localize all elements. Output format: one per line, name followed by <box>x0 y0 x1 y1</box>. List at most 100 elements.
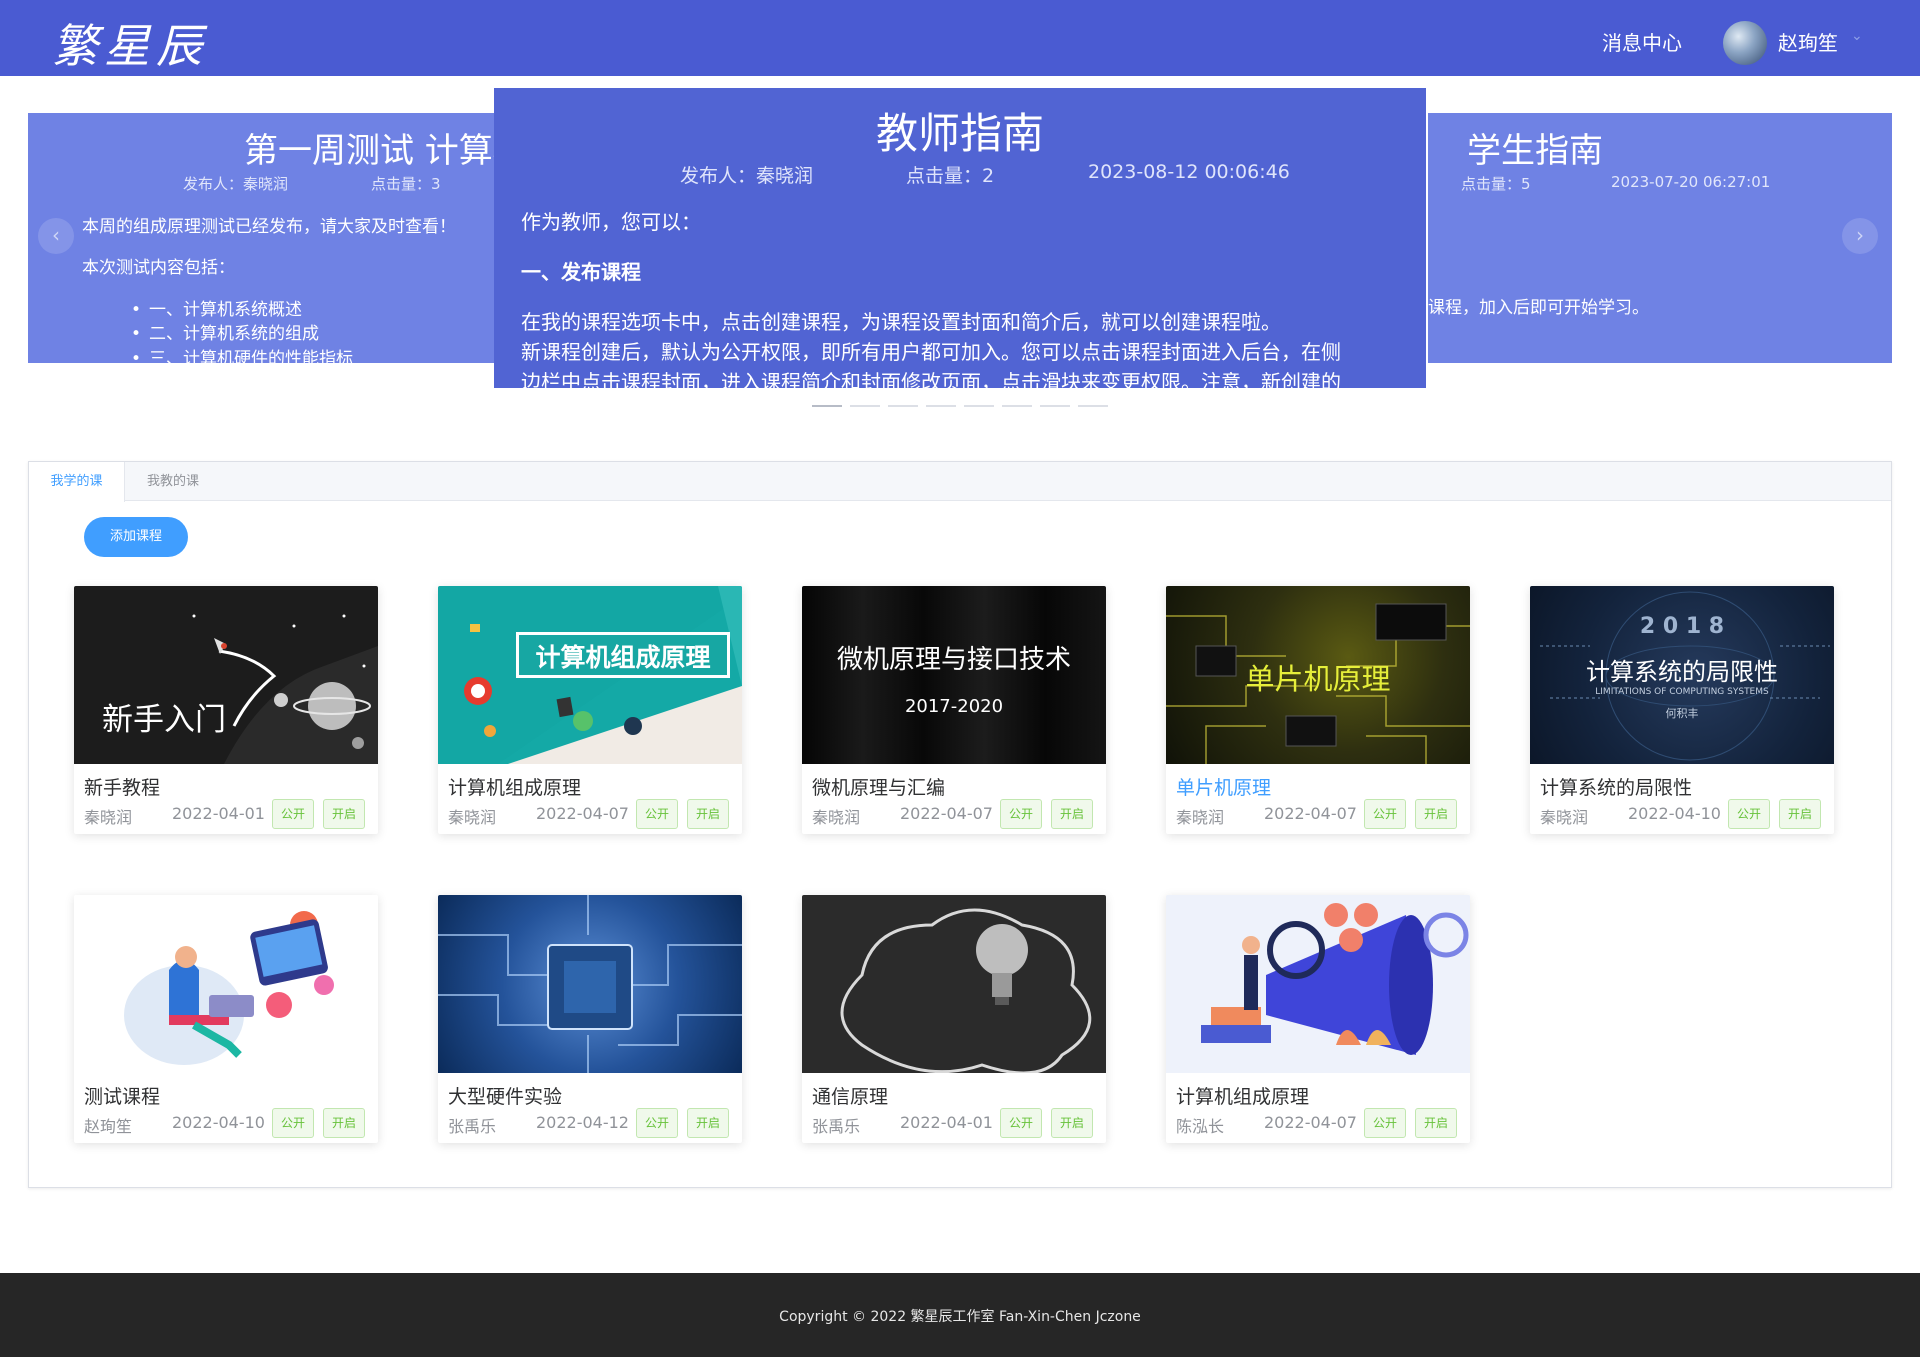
message-center-link[interactable]: 消息中心 <box>1602 27 1682 56</box>
status-tag: 开启 <box>1415 1108 1457 1138</box>
status-tag: 开启 <box>687 799 729 829</box>
course-card[interactable]: 单片机原理 单片机原理 秦晓润 2022-04-07 公开 开启 <box>1166 586 1470 834</box>
public-tag: 公开 <box>1000 1108 1042 1138</box>
course-date: 2022-04-07 <box>536 804 629 823</box>
course-title[interactable]: 计算机组成原理 <box>448 773 581 800</box>
top-navbar: 繁星辰 消息中心 赵珣笙 ⌄ <box>0 0 1920 76</box>
course-card[interactable]: 大型硬件实验 张禹乐 2022-04-12 公开 开启 <box>438 895 742 1143</box>
carousel-indicator[interactable] <box>850 405 880 407</box>
course-tabs: 我学的课 我教的课 <box>29 462 1891 502</box>
status-tag: 开启 <box>1051 799 1093 829</box>
slide-date: 2023-08-12 00:06:46 <box>1088 161 1290 183</box>
public-tag: 公开 <box>272 1108 314 1138</box>
footer: Copyright © 2022 繁星辰工作室 Fan-Xin-Chen Jcz… <box>0 1273 1920 1357</box>
course-title[interactable]: 微机原理与汇编 <box>812 773 945 800</box>
slide-date: 2023-07-20 06:27:01 <box>1611 173 1771 191</box>
cover-title: 计算机组成原理 <box>535 643 711 672</box>
user-avatar[interactable] <box>1723 21 1767 65</box>
chevron-down-icon[interactable]: ⌄ <box>1851 28 1863 44</box>
cover-title: 微机原理与接口技术 <box>836 645 1071 675</box>
username[interactable]: 赵珣笙 <box>1778 27 1838 56</box>
course-cover[interactable] <box>438 895 742 1073</box>
course-panel: 我学的课 我教的课 添加课程 新手入门 新手教程 秦晓润 2022-04-01 … <box>28 461 1892 1188</box>
status-tag: 开启 <box>1051 1108 1093 1138</box>
course-date: 2022-04-10 <box>172 1113 265 1132</box>
course-title[interactable]: 大型硬件实验 <box>448 1082 562 1109</box>
slide-list-item: 三、计算机硬件的性能指标 <box>131 344 353 363</box>
tab-my-teaching[interactable]: 我教的课 <box>125 462 221 501</box>
course-card[interactable]: 测试课程 赵珣笙 2022-04-10 公开 开启 <box>74 895 378 1143</box>
megaphone-illustration <box>1166 895 1470 1073</box>
course-card[interactable]: 计算机组成原理 陈泓长 2022-04-07 公开 开启 <box>1166 895 1470 1143</box>
course-card[interactable]: 新手入门 新手教程 秦晓润 2022-04-01 公开 开启 <box>74 586 378 834</box>
cover-subtitle: LIMITATIONS OF COMPUTING SYSTEMS <box>1595 687 1769 697</box>
slide-list-item: 一、计算机系统概述 <box>131 295 302 320</box>
blue-circuit-image <box>438 895 742 1073</box>
tab-my-learning[interactable]: 我学的课 <box>29 462 125 502</box>
course-title[interactable]: 计算机组成原理 <box>1176 1082 1309 1109</box>
course-cover[interactable] <box>802 895 1106 1073</box>
course-date: 2022-04-01 <box>900 1113 993 1132</box>
carousel-indicator[interactable] <box>888 405 918 407</box>
carousel-indicator[interactable] <box>812 405 842 407</box>
slide-text: 边栏中点击课程封面，进入课程简介和封面修改页面，点击滑块来变更权限。注意，新创建… <box>521 370 1341 388</box>
cover-author: 何积丰 <box>1665 707 1699 720</box>
course-card[interactable]: 通信原理 张禹乐 2022-04-01 公开 开启 <box>802 895 1106 1143</box>
course-cover[interactable]: 微机原理与接口技术 2017-2020 <box>802 586 1106 764</box>
carousel-indicator[interactable] <box>1002 405 1032 407</box>
course-title[interactable]: 计算系统的局限性 <box>1540 773 1692 800</box>
public-tag: 公开 <box>636 799 678 829</box>
carousel-slide-active[interactable]: 教师指南 发布人：秦晓润 点击量：2 2023-08-12 00:06:46 作… <box>494 88 1426 388</box>
carousel-indicator[interactable] <box>926 405 956 407</box>
carousel-slide-next[interactable]: 学生指南 点击量：5 2023-07-20 06:27:01 课程，加入后即可开… <box>1428 113 1892 363</box>
cover-title: 计算系统的局限性 <box>1586 658 1778 686</box>
course-title[interactable]: 新手教程 <box>84 773 160 800</box>
site-logo[interactable]: 繁星辰 <box>52 10 208 76</box>
slide-text: 本次测试内容包括： <box>82 258 235 278</box>
carousel-slide-prev[interactable]: 第一周测试 计算机 发布人：秦晓润 点击量：3 本周的组成原理测试已经发布，请大… <box>28 113 500 363</box>
lightbulb-chalkboard-image <box>840 908 1092 1073</box>
carousel-next-button[interactable]: › <box>1842 218 1878 254</box>
course-title[interactable]: 测试课程 <box>84 1082 160 1109</box>
carousel-prev-button[interactable]: ‹ <box>38 218 74 254</box>
course-date: 2022-04-07 <box>1264 1113 1357 1132</box>
slide-clicks: 点击量：5 <box>1461 175 1531 193</box>
course-author: 秦晓润 <box>84 808 133 827</box>
course-cover[interactable]: 计算机组成原理 <box>438 586 742 764</box>
slide-heading: 一、发布课程 <box>521 260 641 284</box>
cover-subtitle: 2017-2020 <box>904 696 1004 717</box>
status-tag: 开启 <box>687 1108 729 1138</box>
course-card[interactable]: 2 0 1 8 计算系统的局限性 LIMITATIONS OF COMPUTIN… <box>1530 586 1834 834</box>
slide-publisher: 发布人：秦晓润 <box>183 175 289 193</box>
course-date: 2022-04-07 <box>900 804 993 823</box>
course-card[interactable]: 计算机组成原理 计算机组成原理 秦晓润 2022-04-07 公开 开启 <box>438 586 742 834</box>
course-date: 2022-04-01 <box>172 804 265 823</box>
slide-text: 新课程创建后，默认为公开权限，即所有用户都可加入。您可以点击课程封面进入后台，在… <box>521 340 1341 364</box>
public-tag: 公开 <box>1000 799 1042 829</box>
status-tag: 开启 <box>1415 799 1457 829</box>
course-card[interactable]: 微机原理与接口技术 2017-2020 微机原理与汇编 秦晓润 2022-04-… <box>802 586 1106 834</box>
carousel-indicator[interactable] <box>1078 405 1108 407</box>
status-tag: 开启 <box>1779 799 1821 829</box>
course-author: 秦晓润 <box>1176 808 1225 827</box>
course-title[interactable]: 通信原理 <box>812 1082 888 1109</box>
carousel-indicator[interactable] <box>1040 405 1070 407</box>
course-cover[interactable]: 单片机原理 <box>1166 586 1470 764</box>
course-cover[interactable]: 2 0 1 8 计算系统的局限性 LIMITATIONS OF COMPUTIN… <box>1530 586 1834 764</box>
course-cover[interactable] <box>74 895 378 1073</box>
slide-clicks: 点击量：3 <box>371 175 441 193</box>
course-author: 张禹乐 <box>812 1117 861 1136</box>
course-cover[interactable]: 新手入门 <box>74 586 378 764</box>
slide-list-item: 二、计算机系统的组成 <box>131 319 319 344</box>
course-author: 赵珣笙 <box>84 1117 133 1136</box>
slide-clicks: 点击量：2 <box>906 165 995 187</box>
status-tag: 开启 <box>323 799 365 829</box>
public-tag: 公开 <box>1728 799 1770 829</box>
add-course-button[interactable]: 添加课程 <box>84 517 188 557</box>
cover-title: 新手入门 <box>102 702 226 738</box>
course-cover[interactable] <box>1166 895 1470 1073</box>
course-title[interactable]: 单片机原理 <box>1176 773 1271 800</box>
public-tag: 公开 <box>272 799 314 829</box>
carousel-indicator[interactable] <box>964 405 994 407</box>
cover-year: 2 0 1 8 <box>1639 614 1725 639</box>
